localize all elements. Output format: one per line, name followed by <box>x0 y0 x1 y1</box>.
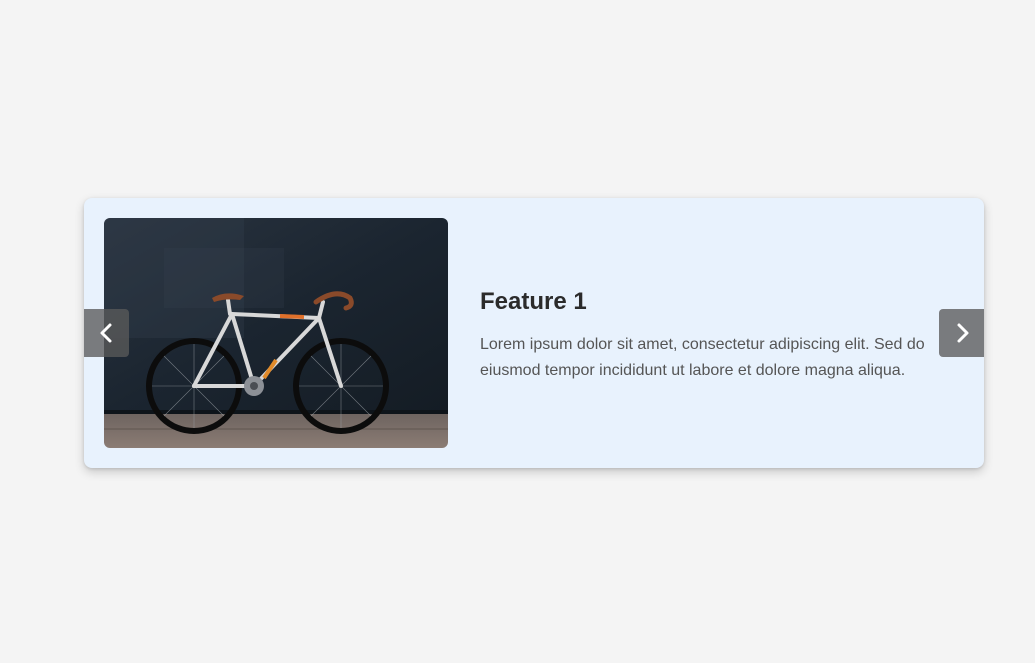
chevron-left-icon <box>97 322 117 344</box>
next-slide-button[interactable] <box>939 309 984 357</box>
bicycle-image <box>104 218 448 448</box>
prev-slide-button[interactable] <box>84 309 129 357</box>
slide-description: Lorem ipsum dolor sit amet, consectetur … <box>480 336 925 379</box>
chevron-right-icon <box>952 322 972 344</box>
carousel-slide: Feature 1 Lorem ipsum dolor sit amet, co… <box>84 198 984 468</box>
slide-content: Feature 1 Lorem ipsum dolor sit amet, co… <box>480 284 950 384</box>
slide-title: Feature 1 <box>480 288 587 315</box>
feature-carousel: Feature 1 Lorem ipsum dolor sit amet, co… <box>84 198 984 468</box>
